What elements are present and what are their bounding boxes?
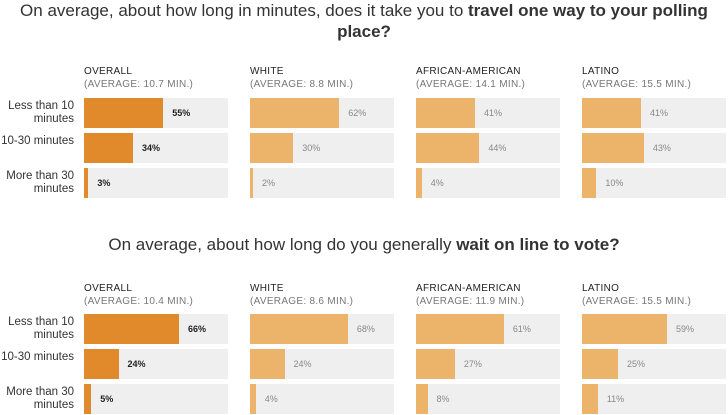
- bar-value-label: 68%: [356, 324, 375, 334]
- group-label: OVERALL (AVERAGE: 10.4 MIN.): [84, 282, 193, 308]
- group-label: AFRICAN-AMERICAN (AVERAGE: 14.1 MIN.): [416, 65, 525, 91]
- group-name: WHITE: [250, 283, 284, 294]
- bar-value-label: 66%: [188, 324, 207, 334]
- group-label: LATINO (AVERAGE: 15.5 MIN.): [582, 65, 691, 91]
- group-average: (AVERAGE: 8.6 MIN.): [250, 296, 354, 307]
- group-name: LATINO: [582, 283, 620, 294]
- row-label: More than 30 minutes: [6, 386, 74, 411]
- bar-value-label: 5%: [100, 394, 114, 404]
- bar-track: [582, 349, 726, 379]
- bar-value-label: 30%: [302, 143, 321, 153]
- group-name: OVERALL: [84, 283, 133, 294]
- bar-value-label: 43%: [652, 143, 671, 153]
- group-name: OVERALL: [84, 66, 133, 77]
- bar: [84, 314, 180, 344]
- group-average: (AVERAGE: 11.9 MIN.): [416, 296, 525, 307]
- bar: [582, 384, 598, 414]
- bar: [250, 168, 253, 198]
- bar-track: [84, 349, 228, 379]
- bar-track: [84, 314, 228, 344]
- bar-track: [582, 384, 726, 414]
- bar-track: [582, 168, 726, 198]
- bar: [416, 168, 422, 198]
- bar-value-label: 41%: [650, 108, 669, 118]
- bar-track: [416, 349, 560, 379]
- bar: [250, 349, 285, 379]
- group-name: AFRICAN-AMERICAN: [416, 283, 521, 294]
- bar-track: [250, 98, 394, 128]
- chart-title-prefix: On average, about how long in minutes, d…: [20, 1, 468, 20]
- bar: [84, 384, 92, 414]
- bar: [582, 133, 644, 163]
- bar-value-label: 3%: [97, 178, 111, 188]
- group-label: LATINO (AVERAGE: 15.5 MIN.): [582, 282, 691, 308]
- group-name: LATINO: [582, 66, 620, 77]
- bar-value-label: 34%: [141, 143, 160, 153]
- chart-title: On average, about how long do you genera…: [0, 234, 728, 255]
- bar: [582, 168, 597, 198]
- bar: [416, 349, 455, 379]
- row-label: Less than 10 minutes: [8, 100, 74, 125]
- group-name: AFRICAN-AMERICAN: [416, 66, 521, 77]
- bar: [250, 314, 348, 344]
- bar-value-label: 27%: [463, 359, 482, 369]
- row-label: More than 30 minutes: [6, 170, 74, 195]
- group-label: OVERALL (AVERAGE: 10.7 MIN.): [84, 65, 193, 91]
- bar-value-label: 10%: [605, 178, 624, 188]
- bar-value-label: 55%: [172, 108, 191, 118]
- bar: [416, 384, 428, 414]
- bar-track: [582, 314, 726, 344]
- bar-value-label: 24%: [127, 359, 146, 369]
- bar: [416, 133, 480, 163]
- bar: [250, 384, 256, 414]
- group-average: (AVERAGE: 10.7 MIN.): [84, 79, 194, 90]
- bar-value-label: 44%: [488, 143, 507, 153]
- row-label: 10-30 minutes: [1, 351, 74, 363]
- bar-track: [250, 349, 394, 379]
- bar-track: [250, 133, 394, 163]
- bar-value-label: 59%: [675, 324, 694, 334]
- bar: [250, 133, 294, 163]
- bar: [582, 349, 618, 379]
- bar: [84, 133, 133, 163]
- bar-value-label: 11%: [606, 394, 625, 404]
- row-label: Less than 10 minutes: [8, 316, 74, 341]
- bar-track: [416, 314, 560, 344]
- group-average: (AVERAGE: 10.4 MIN.): [84, 296, 194, 307]
- bar-value-label: 61%: [512, 324, 531, 334]
- bar: [416, 314, 504, 344]
- bar-value-label: 62%: [348, 108, 367, 118]
- bar-value-label: 25%: [627, 359, 646, 369]
- bar: [84, 98, 164, 128]
- group-average: (AVERAGE: 14.1 MIN.): [416, 79, 526, 90]
- bar: [582, 314, 667, 344]
- bar-value-label: 41%: [484, 108, 503, 118]
- bar: [84, 168, 89, 198]
- bar-value-label: 2%: [262, 178, 276, 188]
- bar-value-label: 8%: [436, 394, 450, 404]
- bar-value-label: 24%: [293, 359, 312, 369]
- chart-title-bold: wait on line to vote?: [456, 235, 620, 254]
- bar: [84, 349, 119, 379]
- group-average: (AVERAGE: 15.5 MIN.): [582, 79, 692, 90]
- group-average: (AVERAGE: 15.5 MIN.): [582, 296, 692, 307]
- bar: [582, 98, 642, 128]
- group-average: (AVERAGE: 8.8 MIN.): [250, 79, 354, 90]
- group-label: WHITE (AVERAGE: 8.6 MIN.): [250, 282, 353, 308]
- chart-title-prefix: On average, about how long do you genera…: [108, 235, 457, 254]
- bar: [250, 98, 340, 128]
- bar-value-label: 4%: [264, 394, 278, 404]
- bar-track: [84, 98, 228, 128]
- bar: [416, 98, 476, 128]
- bar-value-label: 4%: [430, 178, 444, 188]
- group-name: WHITE: [250, 66, 284, 77]
- group-label: AFRICAN-AMERICAN (AVERAGE: 11.9 MIN.): [416, 282, 524, 308]
- row-label: 10-30 minutes: [1, 135, 74, 147]
- chart-title: On average, about how long in minutes, d…: [0, 0, 728, 42]
- group-label: WHITE (AVERAGE: 8.8 MIN.): [250, 65, 353, 91]
